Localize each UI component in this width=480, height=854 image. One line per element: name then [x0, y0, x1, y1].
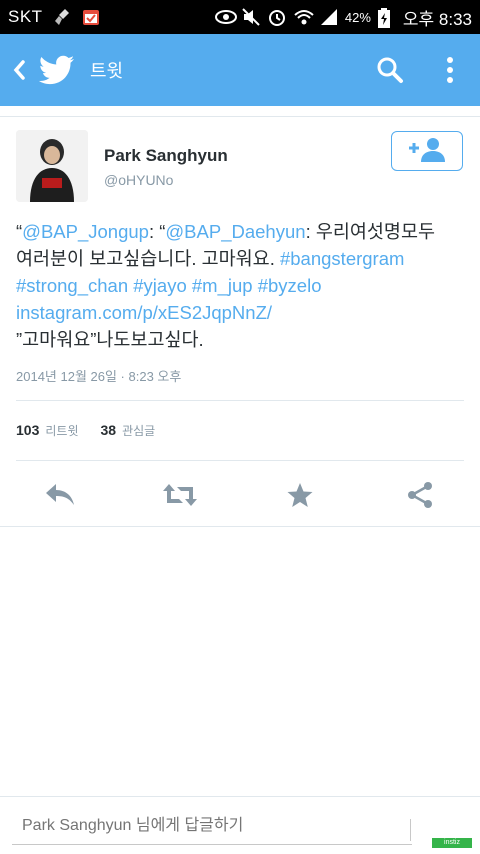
divider	[16, 400, 464, 401]
hashtag-link[interactable]: #m_jup	[192, 275, 253, 296]
tweet-text-segment: : “	[148, 221, 166, 242]
calendar-check-icon	[81, 7, 101, 27]
divider	[0, 526, 480, 527]
page-title: 트윗	[90, 61, 124, 81]
battery-charging-icon	[377, 7, 397, 28]
tweet-text-segment: 여러분이 보고싶습니다. 고마워요.	[16, 248, 280, 269]
author-name[interactable]: Park Sanghyun	[104, 146, 228, 166]
tweet-text-line: #strong_chan #yjayo #m_jup #byzelo	[16, 272, 466, 299]
avatar[interactable]	[16, 130, 88, 202]
search-icon[interactable]	[360, 34, 420, 106]
twitter-bird-icon[interactable]	[36, 49, 78, 91]
hashtag-link[interactable]: #yjayo	[133, 275, 186, 296]
chevron-left-icon[interactable]	[4, 34, 34, 106]
retweet-label[interactable]: 리트윗	[45, 422, 78, 439]
retweet-icon[interactable]	[120, 464, 240, 526]
favorite-label[interactable]: 관심글	[122, 422, 155, 439]
divider	[0, 116, 480, 117]
tweet-text-line: “@BAP_Jongup: “@BAP_Daehyun: 우리여섯명모두	[16, 218, 466, 245]
tweet-text-segment: : 우리여섯명모두	[305, 221, 435, 242]
signal-icon	[319, 7, 339, 27]
hashtag-link[interactable]: #byzelo	[258, 275, 322, 296]
url-link[interactable]: instagram.com/p/xES2JqpNnZ/	[16, 302, 272, 323]
reply-input[interactable]	[12, 807, 412, 845]
favorite-star-icon[interactable]	[240, 464, 360, 526]
eye-icon	[214, 7, 237, 27]
tweet-text: “@BAP_Jongup: “@BAP_Daehyun: 우리여섯명모두 여러분이…	[16, 218, 466, 353]
tweet-text-line: 여러분이 보고싶습니다. 고마워요. #bangstergram	[16, 245, 466, 272]
clock: 오후 8:33	[402, 9, 472, 29]
reply-bar	[0, 796, 480, 854]
tweet-text-segment: ”고마워요”나도보고싶다.	[16, 329, 204, 350]
retweet-count[interactable]: 103	[16, 422, 39, 438]
input-underline-edge	[410, 819, 411, 841]
follow-button[interactable]	[391, 131, 463, 171]
watermark: instiz	[432, 838, 472, 848]
share-icon[interactable]	[360, 464, 480, 526]
add-user-icon	[405, 135, 449, 167]
hashtag-link[interactable]: #bangstergram	[280, 248, 404, 269]
app-bar: 트윗	[0, 34, 480, 106]
tweet-stats: 103 리트윗 38 관심글	[16, 422, 171, 439]
divider	[16, 460, 464, 461]
tweet-text-line: ”고마워요”나도보고싶다.	[16, 326, 466, 353]
overflow-menu-icon[interactable]	[420, 34, 480, 106]
tweet-actions	[0, 464, 480, 526]
tweet-text-line: instagram.com/p/xES2JqpNnZ/	[16, 299, 466, 326]
favorite-count[interactable]: 38	[100, 422, 116, 438]
alarm-icon	[267, 7, 287, 27]
hashtag-link[interactable]: #strong_chan	[16, 275, 128, 296]
tweet-timestamp: 2014년 12월 26일 · 8:23 오후	[16, 369, 182, 384]
tweet-detail: Park Sanghyun @oHYUNo “@BAP_Jongup: “@BA…	[0, 116, 480, 527]
mention-link[interactable]: @BAP_Jongup	[22, 221, 149, 242]
carrier-label: SKT	[8, 7, 43, 26]
wifi-icon	[293, 7, 314, 27]
mention-link[interactable]: @BAP_Daehyun	[165, 221, 305, 242]
broom-icon	[53, 7, 73, 27]
reply-icon[interactable]	[0, 464, 120, 526]
mute-icon	[241, 7, 261, 27]
status-bar: SKT 42% 오후 8:33	[0, 0, 480, 34]
battery-percent: 42%	[344, 9, 371, 25]
author-handle[interactable]: @oHYUNo	[104, 172, 173, 188]
